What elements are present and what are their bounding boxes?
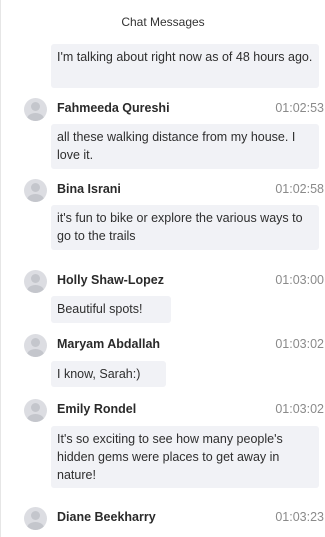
message-text: all these walking distance from my house… (57, 130, 296, 162)
chat-title: Chat Messages (121, 15, 205, 29)
sender-name: Emily Rondel (57, 402, 137, 416)
message-header: Diane Beekharry 01:03:23 (1, 507, 325, 530)
user-icon (31, 102, 40, 111)
message-text: I'm talking about right now as of 48 hou… (57, 50, 313, 64)
user-icon (31, 403, 40, 412)
message-time: 01:03:02 (275, 402, 324, 416)
sender-name: Diane Beekharry (57, 510, 156, 524)
message-bubble: Beautiful spots! (51, 296, 171, 323)
message-bubble: I know, Sarah:) (51, 361, 166, 387)
user-icon (31, 338, 40, 347)
message-text: I know, Sarah:) (57, 367, 141, 381)
sender-name: Maryam Abdallah (57, 337, 161, 351)
message-header: Maryam Abdallah 01:03:02 (1, 334, 325, 357)
message-header: Emily Rondel 01:03:02 (1, 399, 325, 422)
avatar (24, 179, 47, 202)
chat-header: Chat Messages (1, 0, 325, 44)
avatar (24, 270, 47, 293)
user-icon (31, 511, 40, 520)
avatar (24, 98, 47, 121)
message-time: 01:02:53 (275, 101, 324, 115)
message-header: Fahmeeda Qureshi 01:02:53 (1, 98, 325, 121)
message-bubble: It's so exciting to see how many people'… (51, 426, 319, 488)
sender-name: Bina Israni (57, 182, 121, 196)
message-bubble: I'm talking about right now as of 48 hou… (51, 44, 319, 88)
user-icon (31, 274, 40, 283)
message-time: 01:03:02 (275, 337, 324, 351)
message-text: It's so exciting to see how many people'… (57, 432, 283, 482)
avatar (24, 334, 47, 357)
avatar (24, 507, 47, 530)
message-time: 01:03:23 (275, 510, 324, 524)
message-bubble: all these walking distance from my house… (51, 124, 319, 169)
sender-name: Fahmeeda Qureshi (57, 101, 170, 115)
message-bubble: it's fun to bike or explore the various … (51, 205, 319, 250)
user-icon (31, 183, 40, 192)
message-time: 01:03:00 (275, 273, 324, 287)
message-text: Beautiful spots! (57, 302, 143, 316)
message-time: 01:02:58 (275, 182, 324, 196)
message-text: it's fun to bike or explore the various … (57, 211, 303, 243)
message-header: Holly Shaw-Lopez 01:03:00 (1, 270, 325, 293)
avatar (24, 399, 47, 422)
sender-name: Holly Shaw-Lopez (57, 273, 164, 287)
message-header: Bina Israni 01:02:58 (1, 179, 325, 202)
chat-panel: Chat Messages I'm talking about right no… (0, 0, 325, 537)
